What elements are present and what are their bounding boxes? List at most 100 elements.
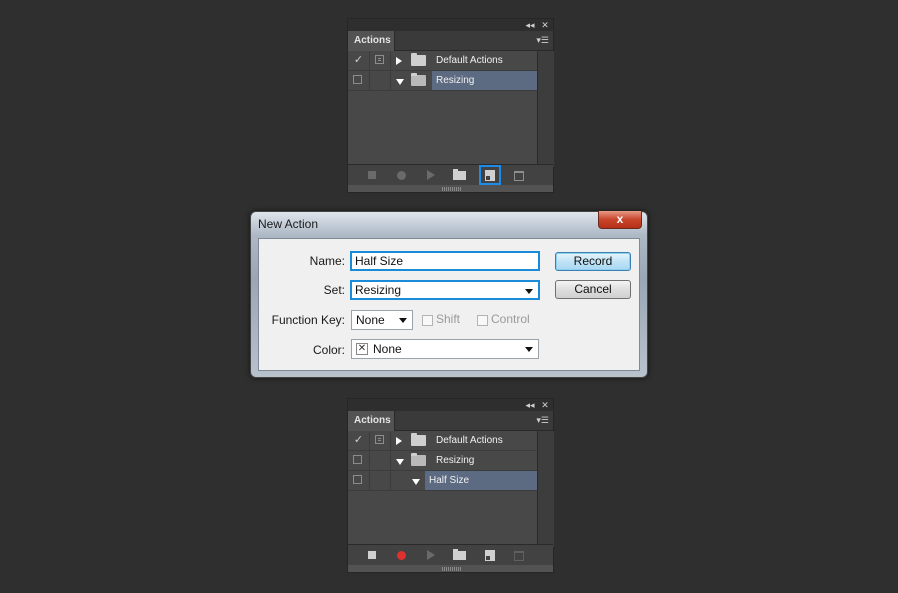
shift-checkbox[interactable] xyxy=(422,315,433,326)
record-button[interactable] xyxy=(393,168,409,182)
cancel-button[interactable]: Cancel xyxy=(555,280,631,299)
create-set-button[interactable] xyxy=(451,548,467,562)
record-dialog-button[interactable]: Record xyxy=(555,252,631,271)
control-label: Control xyxy=(491,312,530,326)
checkbox-empty-icon xyxy=(353,475,362,484)
panel-scrollbar[interactable] xyxy=(537,51,554,167)
action-set-label: Default Actions xyxy=(436,435,503,446)
function-key-label: Function Key: xyxy=(271,313,345,327)
open-folder-icon xyxy=(411,453,426,466)
actions-list: ✓ Default Actions Resizing xyxy=(348,51,537,167)
checkbox-empty-icon xyxy=(353,75,362,84)
expand-down-icon[interactable] xyxy=(396,79,404,85)
stop-icon xyxy=(368,551,376,559)
new-action-dialog: New Action x Name: Half Size Set: Resizi… xyxy=(250,211,648,378)
new-action-icon xyxy=(485,170,495,181)
action-set-row-resizing[interactable]: Resizing xyxy=(348,71,537,91)
no-color-swatch-icon: ✕ xyxy=(356,343,368,355)
create-set-button[interactable] xyxy=(451,168,467,182)
play-button[interactable] xyxy=(422,168,438,182)
new-set-folder-icon xyxy=(453,549,466,560)
toggle-dialog-box[interactable] xyxy=(370,51,391,70)
toggle-item-checkbox[interactable] xyxy=(348,471,370,490)
panel-menu-icon[interactable]: ▾☰ xyxy=(535,35,549,46)
actions-panel-top: ◂◂ ✕ Actions ▾☰ ✓ Default Actions Resizi… xyxy=(347,18,554,193)
delete-button[interactable] xyxy=(511,168,527,182)
expand-right-icon[interactable] xyxy=(396,57,402,65)
panel-tab-row: Actions ▾☰ xyxy=(348,31,553,51)
panel-footer-toolbar xyxy=(348,164,553,185)
panel-resize-grip[interactable] xyxy=(442,567,462,571)
shift-label: Shift xyxy=(436,312,461,326)
actions-list: ✓ Default Actions Resizing Half Size xyxy=(348,431,537,547)
action-set-row-default[interactable]: ✓ Default Actions xyxy=(348,51,537,71)
collapse-icon[interactable]: ◂◂ xyxy=(524,399,536,411)
tab-actions[interactable]: Actions xyxy=(348,411,395,431)
record-button[interactable] xyxy=(393,548,409,562)
function-key-select[interactable]: None xyxy=(351,310,413,330)
folder-icon xyxy=(411,433,426,446)
trash-icon xyxy=(514,171,524,181)
panel-scrollbar[interactable] xyxy=(537,431,554,547)
panel-footer-toolbar xyxy=(348,544,553,565)
tab-actions[interactable]: Actions xyxy=(348,31,395,51)
chevron-down-icon xyxy=(525,289,533,294)
dialog-close-button[interactable]: x xyxy=(598,211,642,229)
set-select[interactable]: Resizing xyxy=(350,280,540,300)
open-folder-icon xyxy=(411,73,426,86)
toggle-dialog-box[interactable] xyxy=(370,451,391,470)
set-select-value: Resizing xyxy=(355,283,402,297)
stop-button[interactable] xyxy=(364,168,380,182)
set-label: Set: xyxy=(323,283,345,297)
toggle-item-checkbox[interactable]: ✓ xyxy=(348,51,370,70)
new-set-folder-icon xyxy=(453,169,466,180)
create-action-button[interactable] xyxy=(479,165,501,185)
action-set-label: Resizing xyxy=(432,71,537,90)
close-icon: x xyxy=(616,212,624,226)
color-select[interactable]: ✕ None xyxy=(351,339,539,359)
toggle-item-checkbox[interactable]: ✓ xyxy=(348,431,370,450)
toggle-item-checkbox[interactable] xyxy=(348,71,370,90)
play-icon xyxy=(427,550,435,560)
panel-titlebar: ◂◂ ✕ xyxy=(348,399,553,411)
action-set-row-resizing[interactable]: Resizing xyxy=(348,451,537,471)
delete-button[interactable] xyxy=(511,548,527,562)
record-icon xyxy=(397,551,406,560)
expand-down-icon[interactable] xyxy=(412,479,420,485)
expand-right-icon[interactable] xyxy=(396,437,402,445)
control-checkbox[interactable] xyxy=(477,315,488,326)
function-key-value: None xyxy=(356,313,385,327)
toggle-dialog-box[interactable] xyxy=(370,471,391,490)
actions-panel-bottom: ◂◂ ✕ Actions ▾☰ ✓ Default Actions Resizi… xyxy=(347,398,554,573)
panel-menu-icon[interactable]: ▾☰ xyxy=(535,415,549,426)
folder-icon xyxy=(411,53,426,66)
toggle-dialog-box[interactable] xyxy=(370,431,391,450)
create-action-button[interactable] xyxy=(482,548,498,562)
action-set-row-default[interactable]: ✓ Default Actions xyxy=(348,431,537,451)
panel-tab-row: Actions ▾☰ xyxy=(348,411,553,431)
checkbox-empty-icon xyxy=(353,455,362,464)
close-icon[interactable]: ✕ xyxy=(539,19,551,31)
toggle-item-checkbox[interactable] xyxy=(348,451,370,470)
dialog-toggle-icon xyxy=(375,55,384,64)
action-set-label: Default Actions xyxy=(436,55,503,66)
expand-down-icon[interactable] xyxy=(396,459,404,465)
panel-titlebar: ◂◂ ✕ xyxy=(348,19,553,31)
action-set-label: Resizing xyxy=(436,455,475,466)
name-input[interactable]: Half Size xyxy=(350,251,540,271)
dialog-body: Name: Half Size Set: Resizing Function K… xyxy=(258,238,640,371)
stop-button[interactable] xyxy=(364,548,380,562)
chevron-down-icon xyxy=(399,318,407,323)
toggle-dialog-box[interactable] xyxy=(370,71,391,90)
close-icon[interactable]: ✕ xyxy=(539,399,551,411)
record-icon xyxy=(397,171,406,180)
play-button[interactable] xyxy=(422,548,438,562)
trash-icon xyxy=(514,551,524,561)
play-icon xyxy=(427,170,435,180)
chevron-down-icon xyxy=(525,347,533,352)
new-action-icon xyxy=(485,550,495,561)
collapse-icon[interactable]: ◂◂ xyxy=(524,19,536,31)
panel-resize-grip[interactable] xyxy=(442,187,462,191)
action-row-half-size[interactable]: Half Size xyxy=(348,471,537,491)
color-label: Color: xyxy=(312,343,345,357)
